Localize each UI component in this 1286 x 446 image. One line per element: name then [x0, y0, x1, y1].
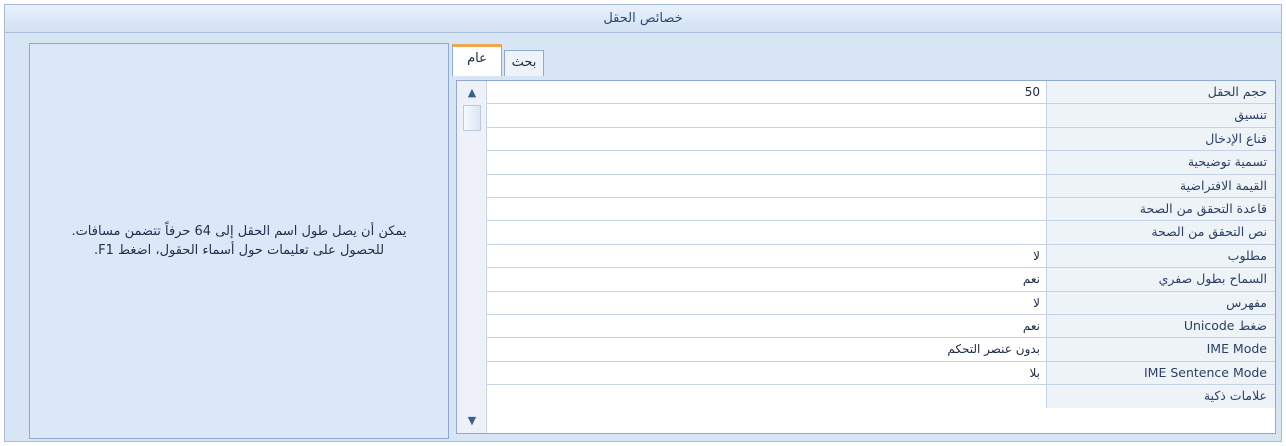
- help-panel: يمكن أن يصل طول اسم الحقل إلى 64 حرفاً ت…: [29, 43, 449, 439]
- property-label-validation-text[interactable]: نص التحقق من الصحة: [1047, 221, 1275, 244]
- tab-search[interactable]: بحث: [504, 50, 544, 76]
- property-row: نص التحقق من الصحة: [487, 221, 1275, 245]
- chevron-up-icon[interactable]: ▲: [463, 84, 481, 102]
- property-row: قناع الإدخال: [487, 127, 1275, 152]
- property-value-required[interactable]: لا: [487, 244, 1047, 268]
- property-value-indexed[interactable]: لا: [487, 291, 1047, 314]
- property-label-indexed[interactable]: مفهرس: [1047, 291, 1275, 314]
- property-row: نعم ضغط Unicode: [487, 314, 1275, 339]
- property-label-smart-tags[interactable]: علامات ذكية: [1047, 385, 1275, 409]
- property-row: قاعدة التحقق من الصحة: [487, 197, 1275, 222]
- property-label-default-value[interactable]: القيمة الافتراضية: [1047, 174, 1275, 197]
- property-tabs: عام بحث: [452, 42, 1272, 76]
- property-label-field-size[interactable]: حجم الحقل: [1047, 81, 1275, 104]
- property-value-format[interactable]: [487, 104, 1047, 127]
- property-label-caption[interactable]: تسمية توضيحية: [1047, 151, 1275, 174]
- property-label-ime-mode[interactable]: IME Mode: [1047, 338, 1275, 361]
- property-label-allow-zero-length[interactable]: السماح بطول صفري: [1047, 268, 1275, 291]
- property-row: لا مطلوب: [487, 244, 1275, 269]
- vertical-scrollbar[interactable]: ▲ ▼: [457, 81, 487, 433]
- property-label-validation-rule[interactable]: قاعدة التحقق من الصحة: [1047, 197, 1275, 221]
- property-value-ime-mode[interactable]: بدون عنصر التحكم: [487, 338, 1047, 361]
- property-row: القيمة الافتراضية: [487, 174, 1275, 198]
- property-row: بدون عنصر التحكم IME Mode: [487, 338, 1275, 362]
- property-label-format[interactable]: تنسيق: [1047, 104, 1275, 127]
- property-row: تنسيق: [487, 104, 1275, 128]
- property-label-ime-sentence-mode[interactable]: IME Sentence Mode: [1047, 361, 1275, 385]
- property-rows: 50 حجم الحقل تنسيق قناع الإدخال تسمية تو…: [487, 81, 1275, 409]
- property-value-input-mask[interactable]: [487, 127, 1047, 151]
- property-value-allow-zero-length[interactable]: نعم: [487, 268, 1047, 291]
- help-text: يمكن أن يصل طول اسم الحقل إلى 64 حرفاً ت…: [71, 224, 407, 258]
- chevron-down-icon[interactable]: ▼: [463, 412, 481, 430]
- property-value-ime-sentence-mode[interactable]: بلا: [487, 361, 1047, 385]
- property-value-validation-text[interactable]: [487, 221, 1047, 244]
- tab-general[interactable]: عام: [452, 44, 502, 76]
- property-value-default-value[interactable]: [487, 174, 1047, 197]
- property-value-unicode-compression[interactable]: نعم: [487, 314, 1047, 338]
- property-row: لا مفهرس: [487, 291, 1275, 315]
- property-value-validation-rule[interactable]: [487, 197, 1047, 221]
- property-row: بلا IME Sentence Mode: [487, 361, 1275, 386]
- property-label-required[interactable]: مطلوب: [1047, 244, 1275, 268]
- property-label-unicode-compression[interactable]: ضغط Unicode: [1047, 314, 1275, 338]
- property-row: نعم السماح بطول صفري: [487, 268, 1275, 292]
- property-label-input-mask[interactable]: قناع الإدخال: [1047, 127, 1275, 151]
- property-row: 50 حجم الحقل: [487, 81, 1275, 105]
- property-value-field-size[interactable]: 50: [487, 81, 1047, 104]
- property-row: علامات ذكية: [487, 385, 1275, 409]
- property-grid: ▲ ▼ 50 حجم الحقل تنسيق قناع الإدخال تسمي…: [456, 80, 1276, 434]
- scroll-thumb[interactable]: [463, 105, 481, 131]
- property-value-smart-tags[interactable]: [487, 385, 1047, 409]
- pane-title: خصائص الحقل: [5, 5, 1281, 33]
- property-value-caption[interactable]: [487, 151, 1047, 174]
- property-row: تسمية توضيحية: [487, 151, 1275, 175]
